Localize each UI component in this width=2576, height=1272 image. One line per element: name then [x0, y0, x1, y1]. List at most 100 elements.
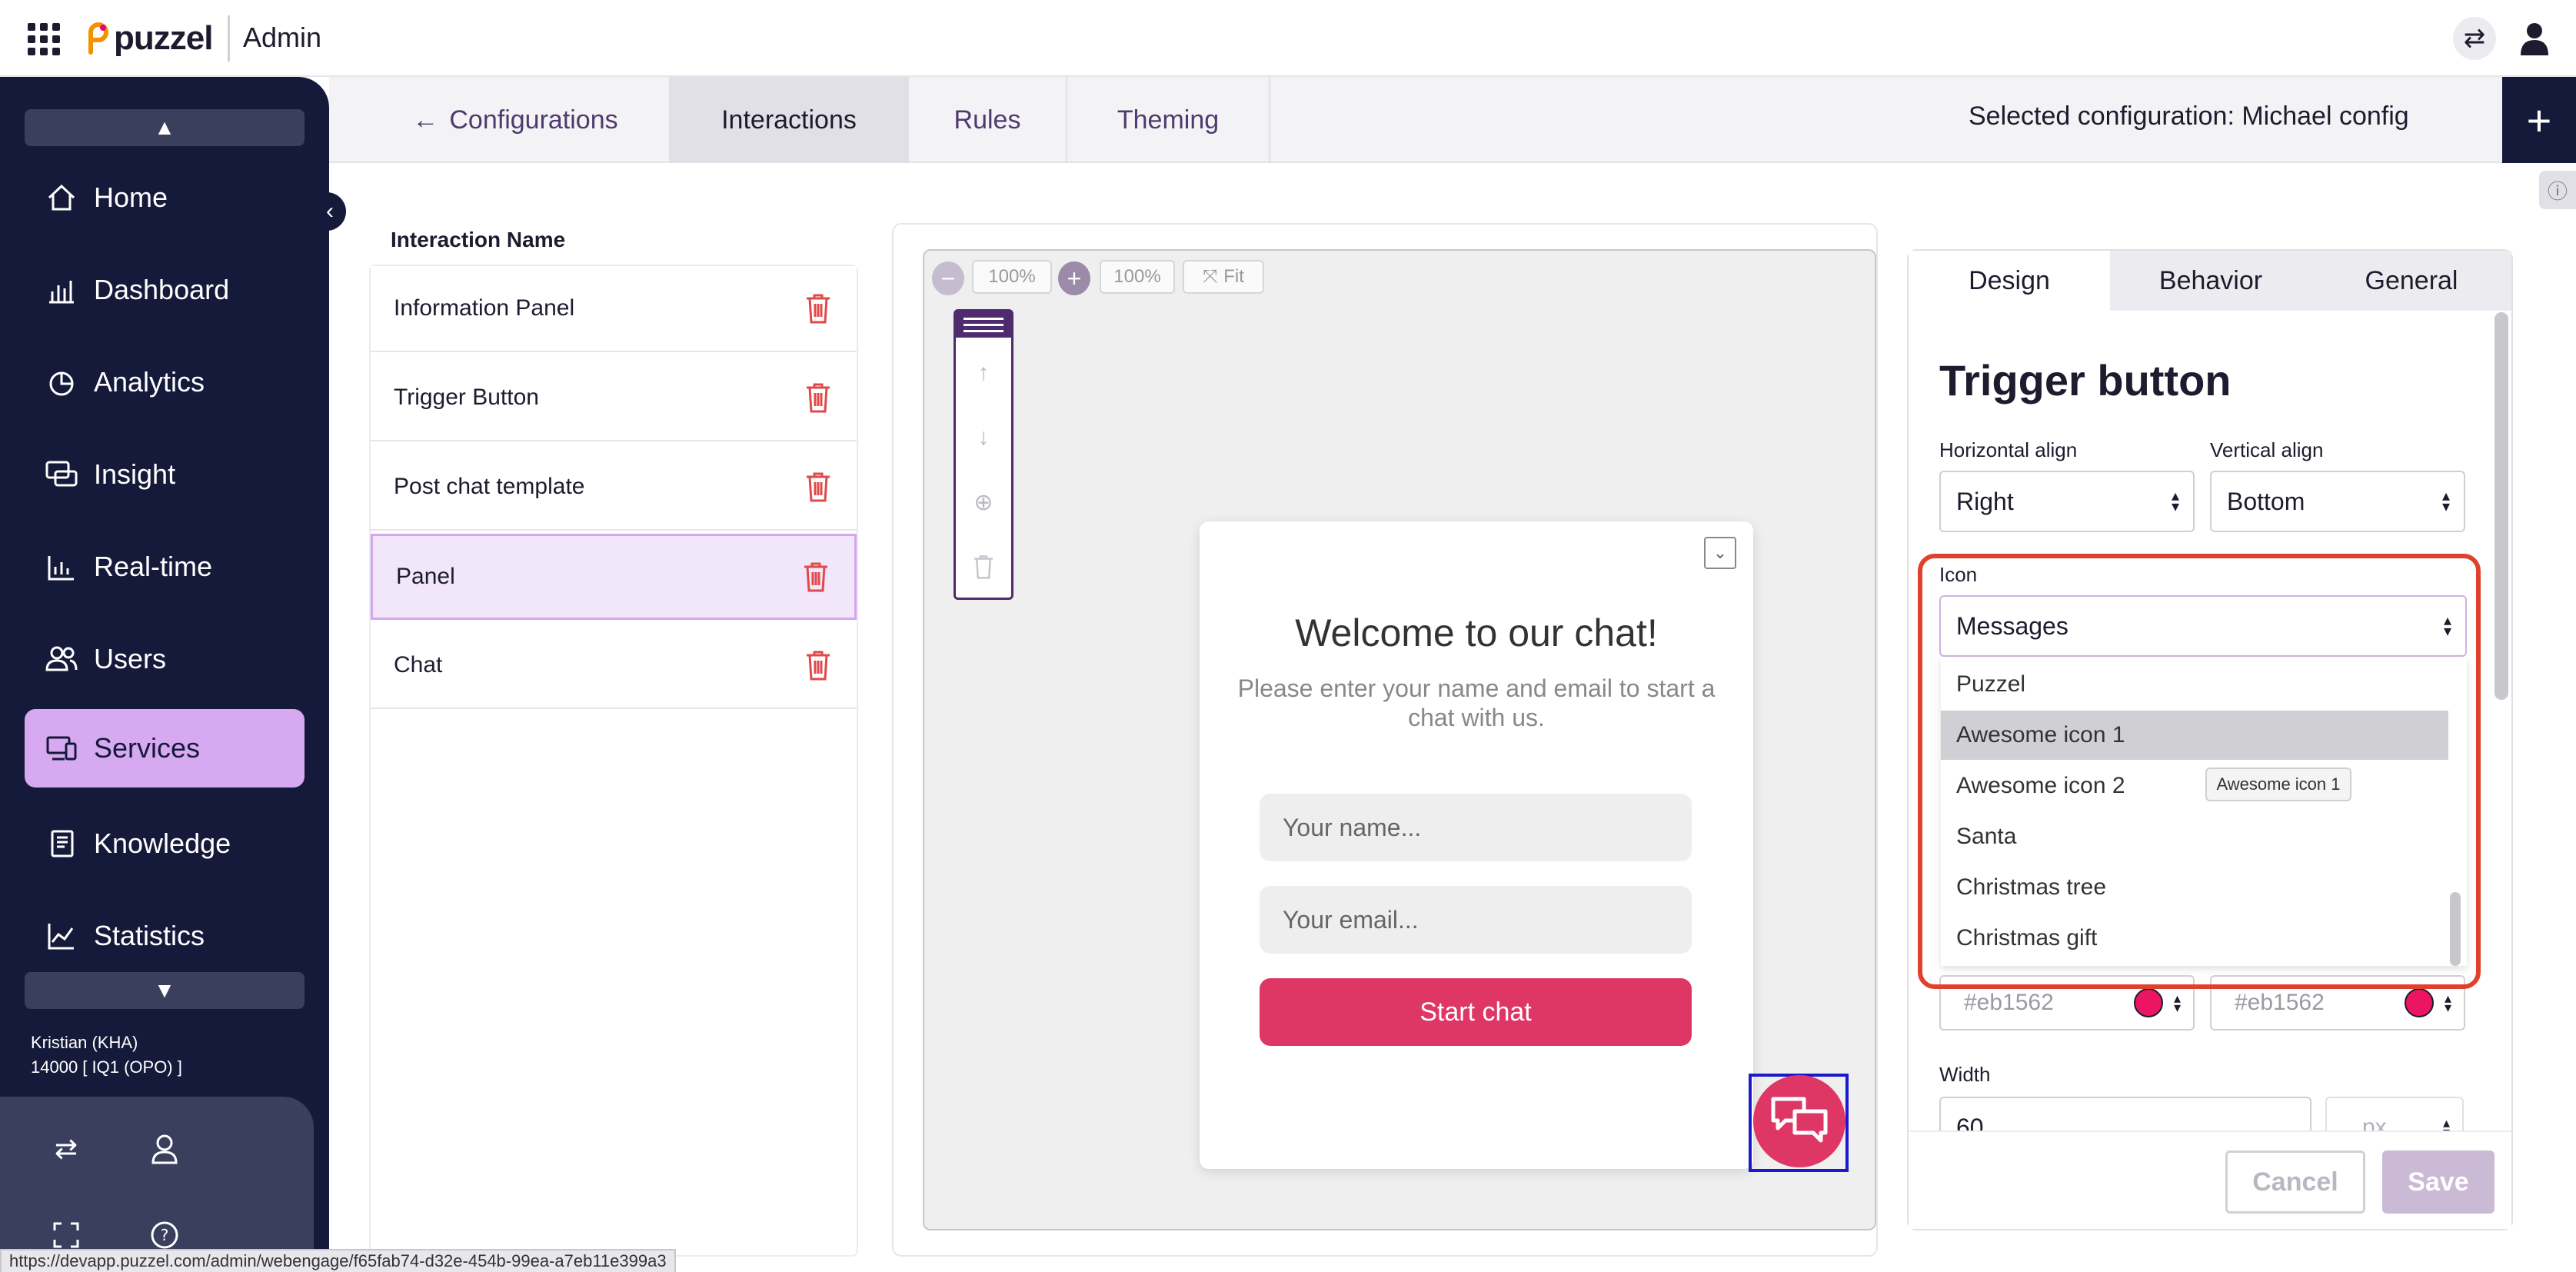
- sidebar-item-analytics[interactable]: Analytics: [25, 343, 305, 421]
- sidebar-item-home[interactable]: Home: [25, 158, 305, 237]
- caret-up-icon: ▲: [154, 115, 175, 139]
- svg-text:?: ?: [161, 1226, 169, 1244]
- user-name: Kristian (KHA): [31, 1033, 138, 1052]
- sidebar-item-insight[interactable]: Insight: [25, 435, 305, 514]
- minus-icon: −: [940, 264, 956, 292]
- zoom-level: 100%: [972, 260, 1052, 294]
- chat-trigger-button[interactable]: [1753, 1075, 1845, 1167]
- sidebar-scroll-down-button[interactable]: ▼: [25, 972, 305, 1009]
- color-swatch[interactable]: [2133, 988, 2163, 1017]
- tab-interactions[interactable]: Interactions: [669, 77, 909, 163]
- trash-icon[interactable]: [800, 560, 831, 594]
- back-to-configurations-link[interactable]: ← Configurations: [361, 77, 669, 163]
- apps-grid-icon[interactable]: [28, 23, 60, 55]
- horizontal-align-select[interactable]: Right ▴ ▾: [1939, 471, 2195, 532]
- swap-arrows-icon: ⇄: [2463, 24, 2486, 53]
- chevron-left-icon: ‹: [326, 198, 334, 224]
- add-button[interactable]: +: [2502, 77, 2576, 163]
- sidebar-item-label: Knowledge: [94, 827, 231, 859]
- switch-account-icon[interactable]: ⇄: [45, 1127, 88, 1170]
- sidebar-item-label: Services: [94, 732, 201, 764]
- panel-scrollbar[interactable]: [2494, 312, 2508, 700]
- plus-icon: +: [2526, 95, 2552, 145]
- info-button[interactable]: ⓘ: [2539, 171, 2576, 209]
- move-down-icon[interactable]: ↓: [956, 419, 1011, 456]
- select-arrows-icon: ▴▾: [2173, 991, 2181, 1015]
- fit-icon: ⤧: [1203, 266, 1218, 287]
- reset-zoom-button[interactable]: 100%: [1100, 260, 1175, 294]
- sidebar-item-statistics[interactable]: Statistics: [25, 897, 305, 975]
- header-divider: [228, 15, 230, 62]
- puzzel-logo-mark-icon: [86, 22, 109, 55]
- color-swatch[interactable]: [2404, 988, 2434, 1017]
- chat-email-input[interactable]: Your email...: [1260, 886, 1692, 954]
- sidebar-footer: ⇄ ?: [0, 1097, 314, 1272]
- move-up-icon[interactable]: ↑: [956, 355, 1011, 391]
- add-circle-icon[interactable]: ⊕: [956, 484, 1011, 521]
- trash-icon[interactable]: [803, 470, 834, 504]
- interaction-item-chat[interactable]: Chat: [371, 623, 857, 709]
- select-arrows-icon: ▴▾: [2441, 488, 2450, 515]
- vertical-align-select[interactable]: Bottom ▴ ▾: [2210, 471, 2465, 532]
- plus-icon: +: [1067, 264, 1082, 292]
- insight-icon: [43, 456, 80, 493]
- horizontal-align-label: Horizontal align: [1939, 438, 2078, 461]
- delete-icon[interactable]: [956, 548, 1011, 585]
- profile-icon[interactable]: [143, 1127, 186, 1170]
- sidebar-item-realtime[interactable]: Real-time: [25, 528, 305, 606]
- chat-welcome-title: Welcome to our chat!: [1295, 611, 1658, 654]
- save-button[interactable]: Save: [2382, 1150, 2494, 1214]
- trash-icon[interactable]: [803, 648, 834, 682]
- app-name: Admin: [243, 22, 322, 53]
- home-icon: [43, 179, 80, 216]
- messages-icon: [1771, 1097, 1828, 1143]
- user-profile-button[interactable]: [2511, 15, 2558, 62]
- sidebar-item-label: Statistics: [94, 920, 205, 951]
- info-icon: ⓘ: [2547, 179, 2568, 203]
- chat-welcome-subtitle: Please enter your name and email to star…: [1237, 674, 1716, 731]
- status-bar-url: https://devapp.puzzel.com/admin/webengag…: [0, 1249, 676, 1272]
- interaction-item-panel[interactable]: Panel: [371, 534, 857, 620]
- sidebar-scroll-up-button[interactable]: ▲: [25, 109, 305, 146]
- panel-title: Trigger button: [1939, 356, 2232, 405]
- chevron-down-icon: ⌄: [1712, 543, 1728, 562]
- trash-icon[interactable]: [803, 381, 834, 415]
- services-icon: [43, 730, 80, 767]
- caret-down-icon: ▼: [154, 978, 175, 1002]
- interaction-item-information-panel[interactable]: Information Panel: [371, 266, 857, 352]
- sidebar-item-label: Dashboard: [94, 274, 230, 305]
- start-chat-button[interactable]: Start chat: [1260, 978, 1692, 1046]
- brand-logo[interactable]: puzzel: [86, 17, 213, 60]
- interaction-item-trigger-button[interactable]: Trigger Button: [371, 355, 857, 441]
- tab-general[interactable]: General: [2311, 251, 2511, 311]
- knowledge-icon: [43, 825, 80, 862]
- drag-handle[interactable]: [956, 311, 1011, 338]
- tab-rules[interactable]: Rules: [909, 77, 1067, 163]
- selected-configuration-label: Selected configuration: Michael config: [1969, 102, 2409, 131]
- zoom-in-button[interactable]: +: [1058, 261, 1090, 295]
- sidebar-item-dashboard[interactable]: Dashboard: [25, 251, 305, 329]
- statistics-icon: [43, 917, 80, 954]
- select-arrows-icon: ▴▾: [2444, 991, 2451, 1015]
- chat-name-input[interactable]: Your name...: [1260, 794, 1692, 861]
- switch-context-button[interactable]: ⇄: [2453, 17, 2496, 60]
- trash-icon[interactable]: [803, 291, 834, 325]
- sidebar-item-knowledge[interactable]: Knowledge: [25, 804, 305, 883]
- interaction-item-post-chat-template[interactable]: Post chat template: [371, 445, 857, 531]
- sidebar-item-label: Home: [94, 181, 168, 213]
- width-label: Width: [1939, 1063, 1991, 1086]
- icon-field-highlight: [1918, 554, 2481, 989]
- cancel-button[interactable]: Cancel: [2225, 1150, 2365, 1214]
- tab-behavior[interactable]: Behavior: [2110, 251, 2311, 311]
- tab-design[interactable]: Design: [1909, 251, 2110, 311]
- tab-theming[interactable]: Theming: [1067, 77, 1270, 163]
- zoom-out-button[interactable]: −: [932, 261, 964, 295]
- chat-minimize-button[interactable]: ⌄: [1704, 537, 1736, 569]
- sidebar-item-label: Users: [94, 643, 167, 674]
- sidebar-item-users[interactable]: Users: [25, 620, 305, 698]
- dashboard-icon: [43, 271, 80, 308]
- sidebar-item-services[interactable]: Services: [25, 709, 305, 788]
- top-bar: [0, 0, 2576, 77]
- collapse-sidebar-button[interactable]: ‹: [314, 192, 346, 231]
- fit-button[interactable]: ⤧ Fit: [1183, 260, 1264, 294]
